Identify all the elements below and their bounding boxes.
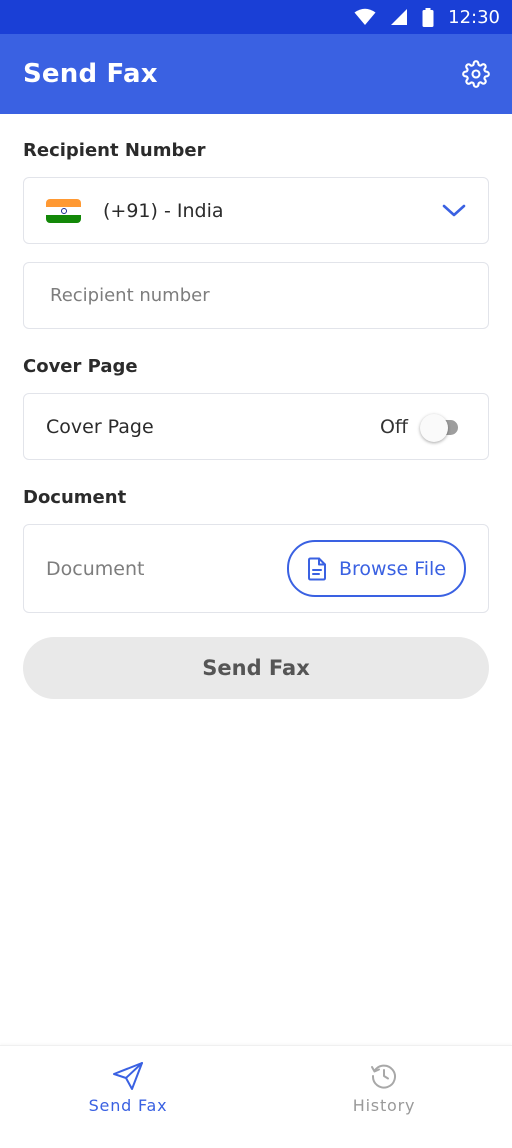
recipient-section-label: Recipient Number: [23, 140, 206, 161]
wifi-icon: [354, 8, 376, 26]
document-row: Document Browse File: [23, 524, 489, 613]
nav-item-send-fax[interactable]: Send Fax: [0, 1046, 256, 1148]
cover-page-toggle[interactable]: [420, 413, 458, 442]
country-select[interactable]: (+91) - India: [23, 177, 489, 244]
cover-page-row: Cover Page Off: [23, 393, 489, 460]
cover-page-section-label: Cover Page: [23, 356, 138, 377]
browse-file-label: Browse File: [338, 557, 446, 580]
nav-item-history[interactable]: History: [256, 1046, 512, 1148]
document-label: Document: [46, 557, 145, 580]
country-label: (+91) - India: [103, 199, 224, 222]
page-title: Send Fax: [23, 59, 158, 89]
file-icon: [307, 557, 327, 581]
document-section-label: Document: [23, 487, 127, 508]
nav-label-history: History: [352, 1096, 416, 1115]
status-bar: 12:30: [0, 0, 512, 34]
nav-label-send-fax: Send Fax: [88, 1096, 168, 1115]
cover-page-state: Off: [379, 415, 408, 438]
recipient-number-field[interactable]: [23, 262, 489, 329]
gear-icon[interactable]: [458, 56, 494, 92]
recipient-number-input[interactable]: [50, 285, 462, 306]
signal-icon: [390, 8, 408, 26]
browse-file-button[interactable]: Browse File: [287, 540, 466, 597]
send-fax-button[interactable]: Send Fax: [23, 637, 489, 699]
cover-page-label: Cover Page: [46, 415, 154, 438]
send-icon: [112, 1060, 144, 1092]
app-bar: Send Fax: [0, 34, 512, 114]
history-icon: [369, 1060, 399, 1092]
chevron-down-icon[interactable]: [442, 204, 466, 218]
battery-icon: [422, 7, 434, 27]
bottom-nav: Send Fax History: [0, 1045, 512, 1148]
status-time: 12:30: [448, 6, 500, 28]
india-flag-icon: [46, 198, 81, 223]
